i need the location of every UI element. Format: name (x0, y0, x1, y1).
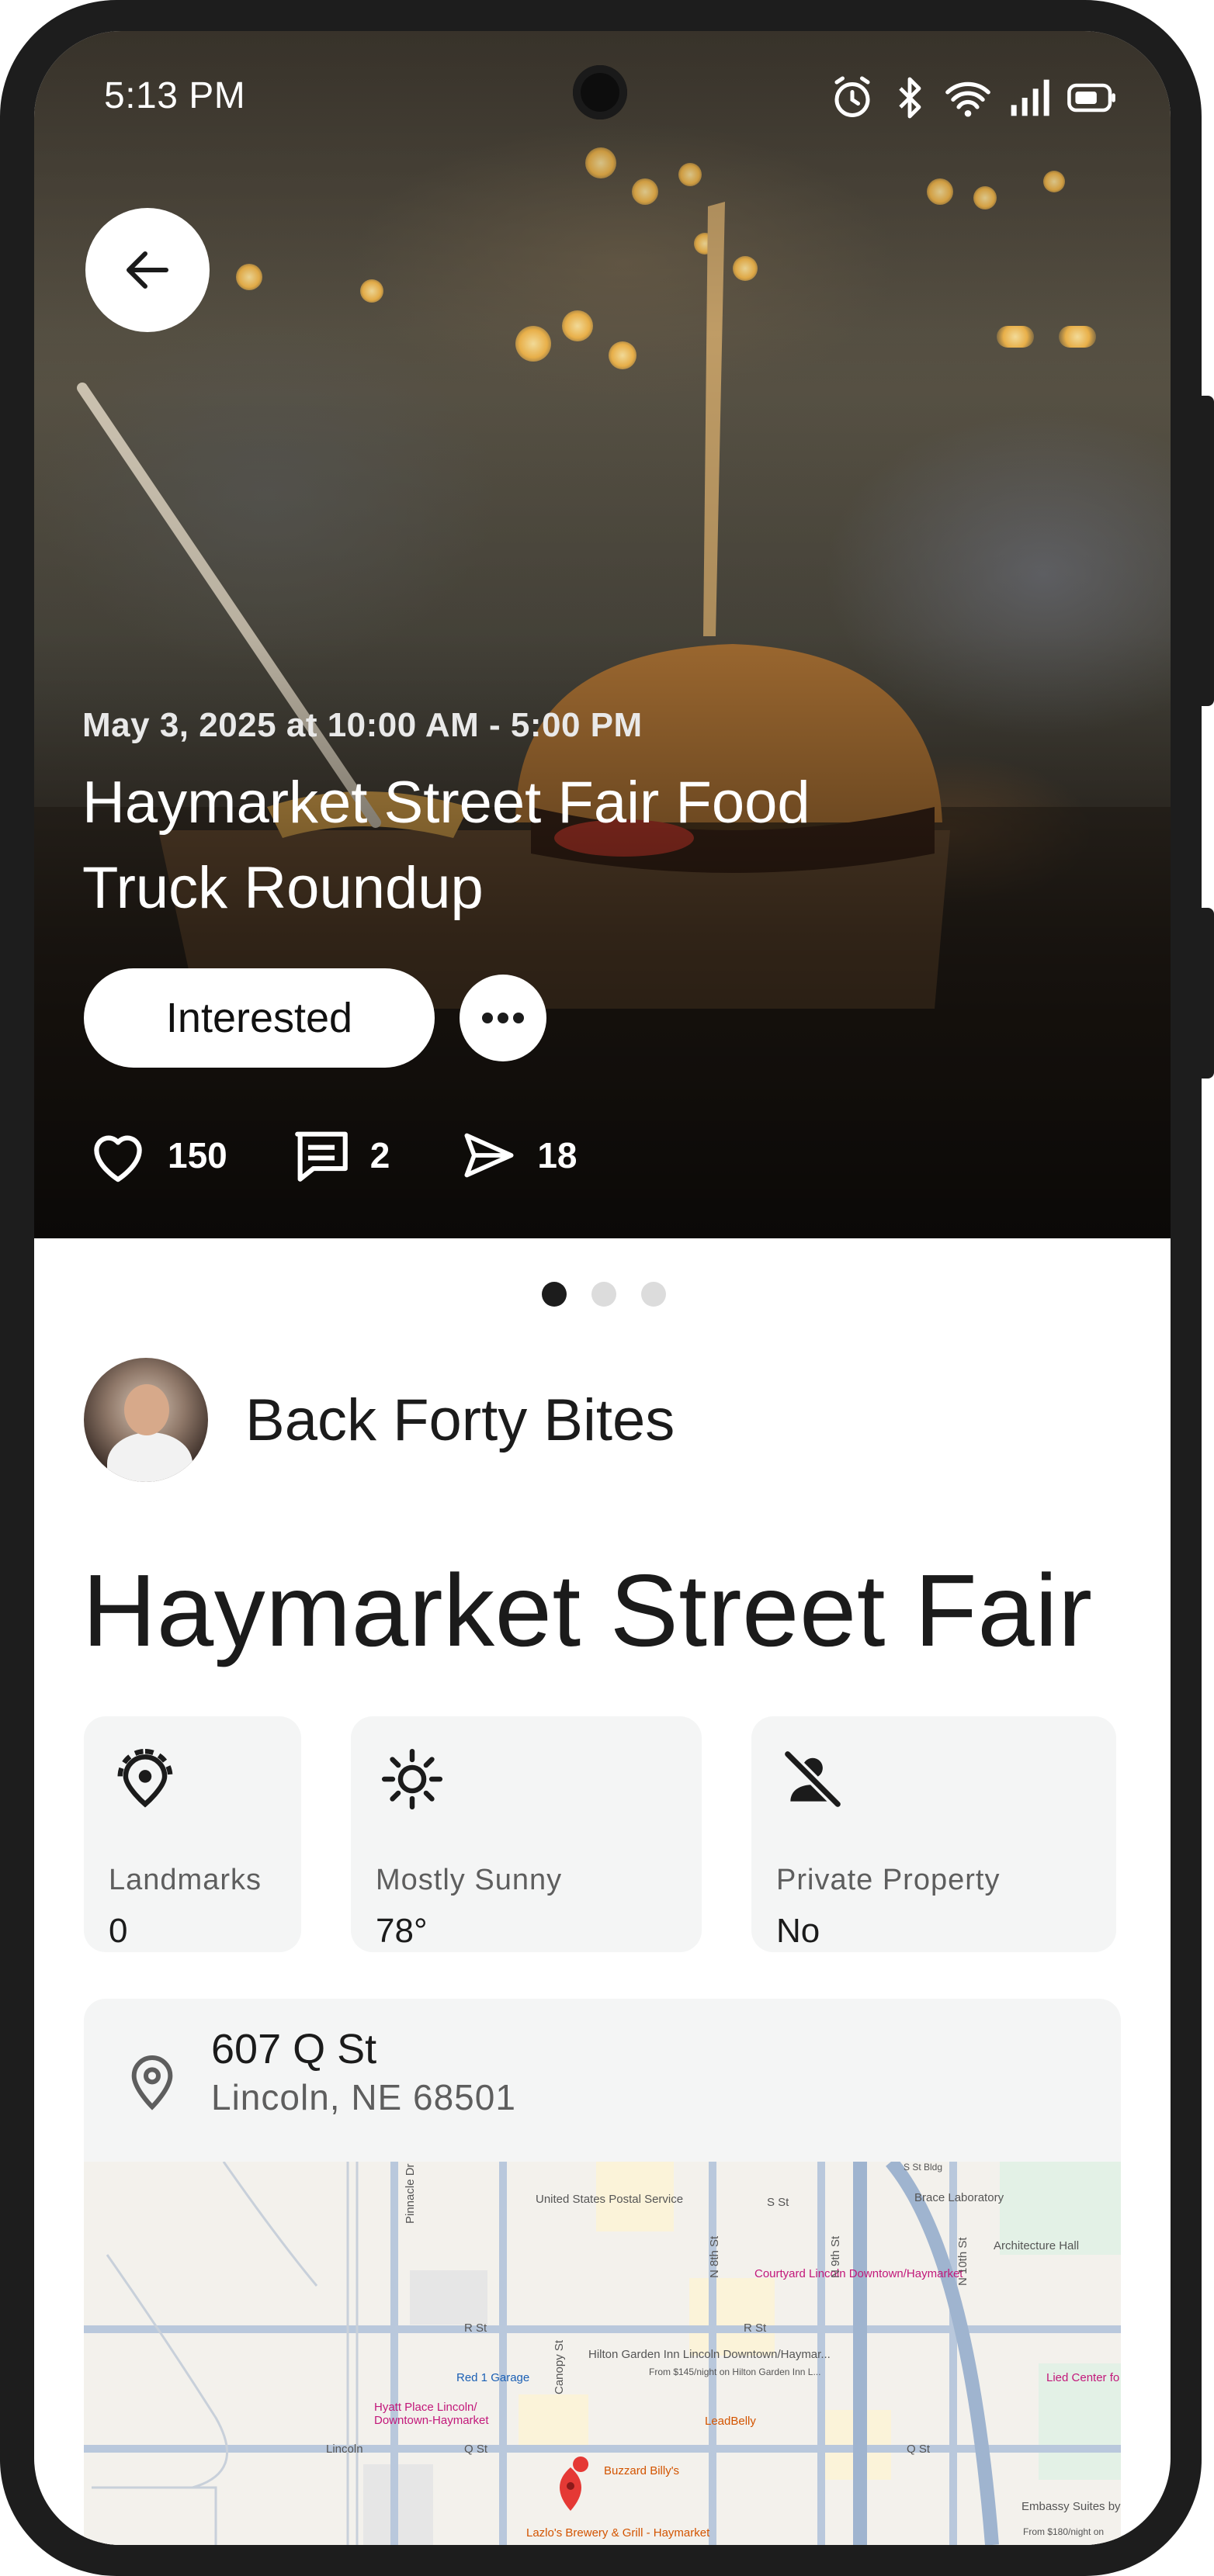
interested-button[interactable]: Interested (84, 968, 435, 1068)
hero-title: Haymarket Street Fair Food Truck Roundup (82, 770, 810, 921)
map-label: From $180/night on (1023, 2526, 1105, 2537)
map-label: Architecture Hall (994, 2239, 1080, 2252)
organizer-avatar (84, 1358, 208, 1482)
map-label: Lied Center fo Performing Art (1046, 2371, 1121, 2384)
map-label: R St (744, 2322, 767, 2335)
info-card-value: 0 (109, 1912, 128, 1950)
screen: 5:13 PM May 3, 2025 at 10:00 AM - 5:00 P… (34, 31, 1171, 2545)
arrow-left-icon (127, 251, 168, 289)
share-stat[interactable]: 18 (458, 1128, 578, 1182)
map-label: Q St (464, 2443, 488, 2456)
power-button (1202, 908, 1214, 1079)
map-label: N 9th St (829, 2235, 842, 2278)
info-card-label: Landmarks (109, 1864, 262, 1896)
alarm-icon (834, 76, 870, 117)
address-line-1: 607 Q St (211, 2026, 377, 2072)
event-hero-image: 5:13 PM May 3, 2025 at 10:00 AM - 5:00 P… (34, 31, 1171, 1238)
map-label: LeadBelly (705, 2415, 756, 2428)
more-horizontal-icon (482, 1013, 524, 1023)
status-icons (829, 74, 1116, 121)
more-options-button[interactable] (460, 975, 546, 1061)
event-name: Haymarket Street Fair (82, 1553, 1093, 1667)
weather-card: Mostly Sunny 78° (351, 1716, 702, 1952)
info-card-value: No (776, 1912, 820, 1950)
map-label: Brace Laboratory (914, 2191, 1004, 2204)
map-label: United States Postal Service (536, 2193, 684, 2206)
map-label: From $145/night on Hilton Garden Inn L..… (649, 2367, 821, 2377)
no-person-icon (783, 1750, 842, 1809)
avatar-coat (107, 1432, 193, 1482)
status-time: 5:13 PM (104, 75, 246, 116)
map-label: Red 1 Garage (456, 2371, 530, 2384)
map-label: S St Bldg (904, 2162, 943, 2173)
battery-icon (1067, 83, 1115, 113)
like-stat[interactable]: 150 (85, 1126, 227, 1185)
map-label: Q St (907, 2443, 931, 2456)
heart-icon (94, 1135, 142, 1182)
back-button[interactable] (85, 208, 210, 332)
address-line-2: Lincoln, NE 68501 (211, 2077, 516, 2117)
address-card[interactable]: 607 Q St Lincoln, NE 68501 United States… (84, 1999, 1121, 2545)
phone-device: 5:13 PM May 3, 2025 at 10:00 AM - 5:00 P… (0, 0, 1214, 2576)
info-card-label: Mostly Sunny (376, 1864, 563, 1896)
organizer-name: Back Forty Bites (245, 1387, 675, 1453)
private-property-card: Private Property No (751, 1716, 1116, 1952)
volume-button (1202, 396, 1214, 706)
comment-icon (294, 1131, 348, 1182)
map-label: Canopy St (553, 2339, 566, 2394)
carousel-dot-3[interactable] (641, 1282, 666, 1307)
organizer-row[interactable]: Back Forty Bites (84, 1358, 675, 1482)
carousel-dot-2[interactable] (591, 1282, 616, 1307)
map-label: R St (464, 2322, 487, 2335)
comment-stat[interactable]: 2 (290, 1126, 390, 1185)
location-pin-icon (131, 2055, 173, 2110)
map-label: N 10th St (956, 2237, 969, 2286)
location-map[interactable]: United States Postal Service Brace Labor… (84, 2162, 1121, 2545)
send-icon (464, 1133, 514, 1178)
like-count: 150 (168, 1135, 227, 1175)
landmark-pin-icon (117, 1748, 173, 1808)
bluetooth-icon (899, 77, 921, 119)
map-label: Pinnacle Dr (404, 2163, 417, 2224)
event-datetime: May 3, 2025 at 10:00 AM - 5:00 PM (82, 706, 643, 744)
map-label: Courtyard Lincoln Downtown/Haymarket (754, 2267, 963, 2280)
status-bar: 5:13 PM (104, 74, 1116, 121)
map-label: Hilton Garden Inn Lincoln Downtown/Hayma… (588, 2348, 831, 2361)
map-label: Embassy Suites by Hilton Lincoln (1021, 2500, 1121, 2513)
comment-count: 2 (369, 1135, 390, 1175)
info-card-label: Private Property (776, 1864, 1001, 1896)
landmarks-card: Landmarks 0 (84, 1716, 301, 1952)
map-label: Lincoln (326, 2443, 363, 2456)
engagement-stats: 150 2 18 (85, 1120, 578, 1190)
map-label: Buzzard Billy's (604, 2464, 680, 2477)
map-label: S St (767, 2196, 789, 2209)
signal-icon (1011, 79, 1049, 116)
wifi-icon (945, 81, 990, 117)
map-label: Hyatt Place Lincoln/ Downtown-Haymarket (374, 2401, 489, 2427)
sun-icon (381, 1748, 443, 1810)
avatar-face (124, 1384, 169, 1435)
info-card-value: 78° (376, 1912, 428, 1950)
share-count: 18 (537, 1135, 578, 1175)
map-label: N 8th St (708, 2235, 721, 2278)
map-label: Lazlo's Brewery & Grill - Haymarket (526, 2526, 710, 2540)
carousel-dot-1[interactable] (542, 1282, 567, 1307)
carousel-indicator (542, 1282, 666, 1307)
